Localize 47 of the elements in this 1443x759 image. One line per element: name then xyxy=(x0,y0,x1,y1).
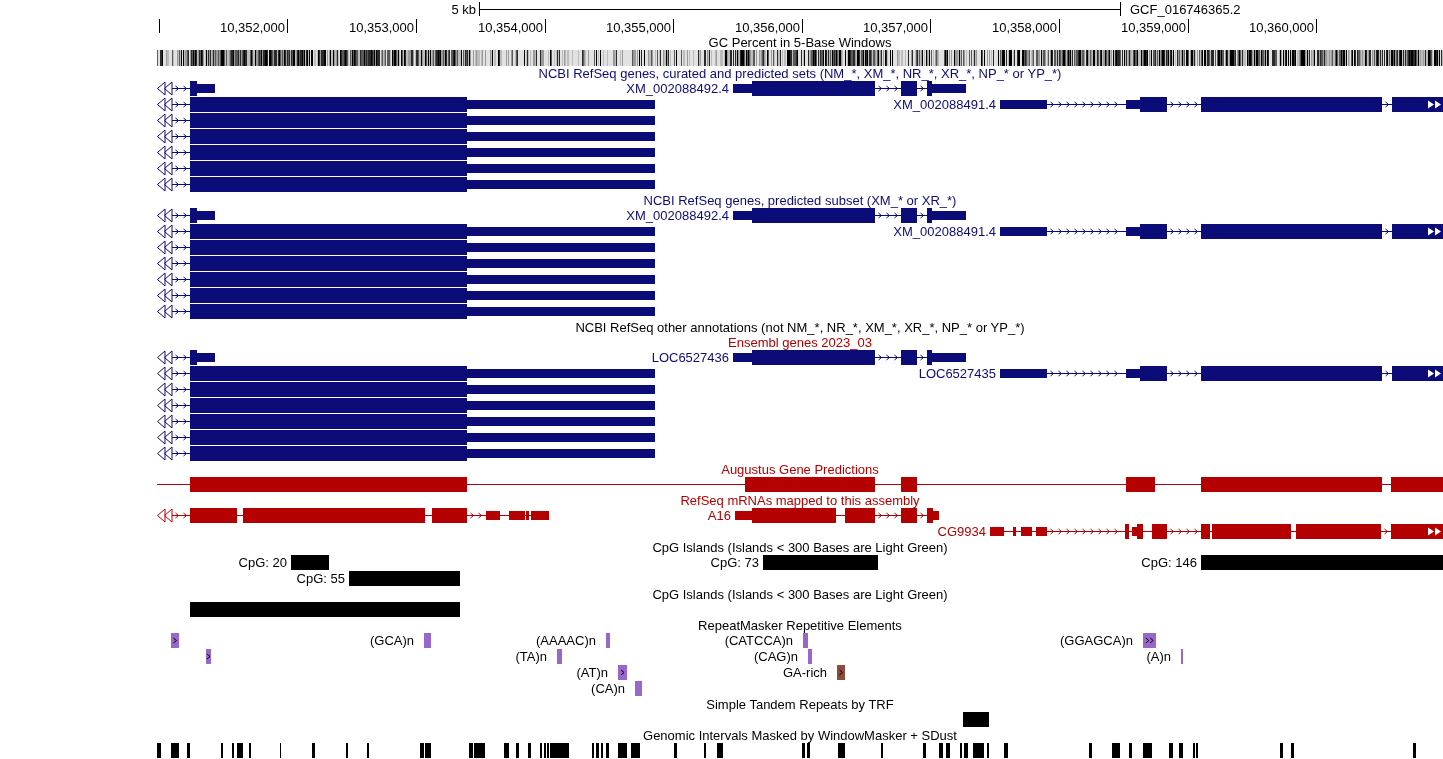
tandem-repeat-block xyxy=(963,712,989,727)
ruler-label: 10,357,000 xyxy=(862,19,928,35)
track-title: Augustus Gene Predictions xyxy=(721,464,879,477)
ruler-label: 10,356,000 xyxy=(734,19,800,35)
repeat-label: (CAG)n xyxy=(753,649,798,664)
ruler-label: 10,355,000 xyxy=(605,19,671,35)
repeat-label: (CA)n xyxy=(591,681,625,696)
repeat-label: (GCA)n xyxy=(369,633,414,648)
island-label: CpG: 20 xyxy=(238,555,287,570)
repeat-label: (A)n xyxy=(1146,649,1171,664)
gene-label: XM_002088492.4 xyxy=(626,81,729,96)
island-label: CpG: 73 xyxy=(710,555,759,570)
ruler-label: 10,358,000 xyxy=(991,19,1057,35)
track-title: NCBI RefSeq other annotations (not NM_*, NR_*, XM_*, XR_*, NP_* or YP_*) xyxy=(575,322,1025,335)
track-title: NCBI RefSeq genes, predicted subset (XM_* or XR_*) xyxy=(643,195,957,208)
cpg-island-block xyxy=(291,555,329,570)
track-title: CpG Islands (Islands < 300 Bases are Light Green) xyxy=(652,542,948,555)
track-title: Genomic Intervals Masked by WindowMasker + SDust xyxy=(643,730,957,743)
gene-label: LOC6527436 xyxy=(651,350,729,365)
island-label: CpG: 55 xyxy=(296,571,345,586)
repeat-label: (AT)n xyxy=(576,665,608,680)
repeat-label: GA-rich xyxy=(782,665,827,680)
ruler-label: 10,360,000 xyxy=(1248,19,1314,35)
repeat-label: (CATCCA)n xyxy=(724,633,793,648)
repeat-label: (GGAGCA)n xyxy=(1060,633,1133,648)
gene-label: XM_002088491.4 xyxy=(893,97,996,112)
track-title: RefSeq mRNAs mapped to this assembly xyxy=(680,495,920,508)
track-title: Simple Tandem Repeats by TRF xyxy=(706,699,894,712)
gene-label: LOC6527435 xyxy=(918,366,996,381)
track-title: RepeatMasker Repetitive Elements xyxy=(698,620,902,633)
assembly-label: GCF_016746365.2 xyxy=(1130,1,1241,17)
track-title: GC Percent in 5-Base Windows xyxy=(708,37,892,50)
scale-label: 5 kb xyxy=(451,1,476,17)
ruler-label: 10,359,000 xyxy=(1120,19,1186,35)
ruler-label: 10,353,000 xyxy=(348,19,414,35)
ruler-label: 10,352,000 xyxy=(219,19,285,35)
gene-label: CG9934 xyxy=(937,524,986,539)
gene-label: A16 xyxy=(707,508,731,523)
repeat-label: (TA)n xyxy=(515,649,547,664)
repeat-label: (AAAAC)n xyxy=(536,633,596,648)
track-title: CpG Islands (Islands < 300 Bases are Light Green) xyxy=(652,589,948,602)
gene-label: XM_002088491.4 xyxy=(893,224,996,239)
track-title: Ensembl genes 2023_03 xyxy=(728,337,872,350)
ruler-label: 10,354,000 xyxy=(477,19,543,35)
track-title: NCBI RefSeq genes, curated and predicted sets (NM_*, XM_*, NR_*, XR_*, NP_* or YP_*) xyxy=(538,68,1062,81)
gene-label: XM_002088492.4 xyxy=(626,208,729,223)
island-label: CpG: 146 xyxy=(1141,555,1197,570)
